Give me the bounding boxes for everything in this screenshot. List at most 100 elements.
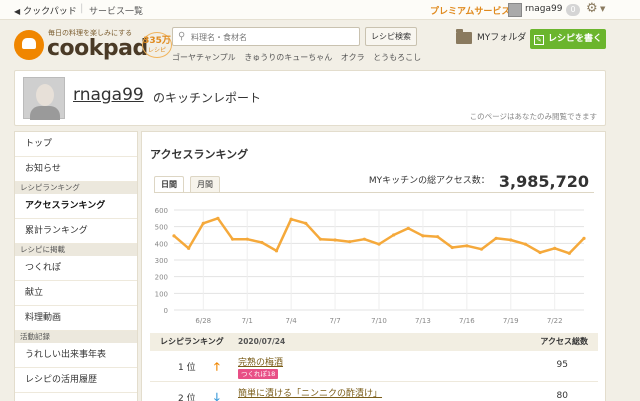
- keyword-link[interactable]: ゴーヤチャンプル: [172, 53, 236, 62]
- x-tick-label: 7/10: [371, 317, 387, 325]
- x-tick-label: 7/1: [242, 317, 253, 325]
- keyword-link[interactable]: とうもろこし: [373, 53, 421, 62]
- services-list-link[interactable]: サービス一覧: [89, 4, 143, 17]
- data-point: [450, 245, 454, 250]
- search-input[interactable]: [191, 30, 357, 44]
- back-to-cookpad-link[interactable]: ◀ クックパッド: [14, 4, 77, 17]
- data-point: [304, 221, 308, 225]
- ranking-date: 2020/07/24: [238, 337, 286, 346]
- profile-name-link[interactable]: rnaga99: [73, 85, 144, 105]
- notification-badge[interactable]: 0: [566, 4, 580, 16]
- caret-down-icon[interactable]: ▼: [600, 5, 605, 13]
- data-point: [406, 226, 410, 230]
- username-link[interactable]: rnaga99: [525, 4, 562, 14]
- data-point: [494, 236, 498, 240]
- profile-panel: rnaga99 のキッチンレポート このページはあなたのみ閲覧できます: [14, 70, 606, 126]
- x-tick-label: 7/13: [415, 317, 431, 325]
- tsukurepo-badge[interactable]: つくれぽ18: [238, 369, 279, 379]
- access-count: 95: [556, 360, 568, 370]
- data-point: [479, 247, 484, 251]
- write-recipe-label: レシピを書く: [547, 34, 602, 44]
- rank-number: 2 位: [178, 394, 196, 401]
- data-point: [318, 237, 323, 241]
- y-tick-label: 400: [155, 240, 168, 248]
- sidebar-section-heading: レシピランキング: [15, 182, 137, 194]
- profile-avatar[interactable]: [23, 77, 65, 120]
- myfolder-label: MYフォルダ: [477, 33, 527, 43]
- total-access-label: MYキッチンの総アクセス数：: [368, 176, 490, 186]
- data-point: [187, 246, 191, 250]
- divider: |: [80, 3, 84, 14]
- total-access: MYキッチンの総アクセス数： 3,985,720: [369, 172, 589, 191]
- x-tick-label: 7/4: [286, 317, 298, 325]
- sidebar-item[interactable]: 献立: [15, 281, 137, 306]
- sidebar-item[interactable]: アクセスランキング: [15, 194, 137, 219]
- back-arrow-icon: ◀: [14, 7, 21, 16]
- sidebar: トップ お知らせ レシピランキング アクセスランキング 累計ランキング レシピに掲載 つくれ…: [14, 131, 138, 401]
- data-point: [245, 237, 249, 241]
- sidebar-item[interactable]: トップ: [15, 132, 137, 157]
- privacy-note: このページはあなたのみ閲覧できます: [469, 112, 597, 121]
- x-tick-label: 7/19: [503, 317, 519, 325]
- total-access-value: 3,985,720: [498, 172, 589, 191]
- ranking-row: 1 位 🡑 完熟の梅酒 つくれぽ18 95: [150, 352, 598, 382]
- ranking-header: レシピランキング 2020/07/24 アクセス総数: [150, 333, 598, 351]
- data-point: [538, 250, 542, 255]
- data-point: [348, 240, 352, 244]
- keyword-link[interactable]: きゅうりのキューちゃん: [244, 53, 332, 62]
- sidebar-item[interactable]: つくれぽ: [15, 256, 137, 281]
- recipe-count: 335万: [143, 36, 171, 46]
- data-point: [392, 233, 396, 237]
- data-point: [377, 242, 381, 246]
- data-point: [582, 236, 586, 240]
- popular-keywords: ゴーヤチャンプル きゅうりのキューちゃん オクラ とうもろこし: [172, 52, 427, 63]
- sidebar-section-heading: 活動記録: [15, 331, 137, 343]
- data-point: [567, 251, 571, 255]
- data-point: [201, 221, 205, 225]
- sidebar-item[interactable]: 累計ランキング: [15, 219, 137, 244]
- data-point: [172, 234, 176, 238]
- recipe-title-link[interactable]: 完熟の梅酒: [238, 355, 283, 368]
- data-point: [553, 246, 557, 250]
- trend-up-icon: 🡑: [214, 360, 220, 373]
- data-point: [260, 240, 264, 245]
- keyword-link[interactable]: オクラ: [341, 53, 365, 62]
- tab-daily[interactable]: 日間: [154, 176, 184, 193]
- data-point: [274, 249, 279, 253]
- y-tick-label: 200: [155, 274, 168, 282]
- x-tick-label: 7/22: [547, 317, 563, 325]
- ranking-label: レシピランキング: [160, 337, 224, 346]
- tab-monthly[interactable]: 月間: [190, 176, 220, 193]
- write-recipe-button[interactable]: ✎ レシピを書く: [530, 29, 606, 49]
- logo-wordmark: cookpad: [47, 36, 148, 61]
- y-tick-label: 0: [164, 307, 168, 315]
- y-tick-label: 600: [155, 207, 168, 215]
- sidebar-item[interactable]: お知らせ: [15, 157, 137, 182]
- back-label: クックパッド: [23, 7, 77, 17]
- sidebar-item[interactable]: 料理動画: [15, 306, 137, 331]
- myfolder-link[interactable]: MYフォルダ: [456, 28, 527, 44]
- recipe-title-link[interactable]: 簡単に漬ける「ニンニクの酢漬け」: [238, 386, 382, 399]
- y-tick-label: 300: [155, 257, 168, 265]
- data-point: [333, 238, 337, 242]
- tab-divider: [154, 192, 594, 193]
- pencil-icon: ✎: [533, 35, 544, 45]
- data-point: [509, 238, 513, 242]
- premium-service-link[interactable]: プレミアムサービス: [430, 4, 510, 17]
- gear-icon[interactable]: ⚙: [586, 1, 598, 16]
- user-avatar-small[interactable]: [508, 3, 522, 17]
- search-icon: ⚲: [178, 31, 186, 42]
- recipe-count-unit: レシピ: [147, 47, 166, 54]
- data-point: [289, 217, 293, 221]
- access-line-chart: 0 100 200 300 400 500 600 6/28 7/1 7/4 7/7 7/10 7/13…: [155, 207, 586, 325]
- recipe-search-button[interactable]: レシピ検索: [365, 27, 417, 46]
- chef-hat-icon: [14, 30, 44, 60]
- trend-down-icon: 🡓: [214, 391, 220, 401]
- sidebar-item[interactable]: うれしい出来事年表: [15, 343, 137, 368]
- access-count: 80: [556, 391, 568, 401]
- x-tick-label: 6/28: [195, 317, 211, 325]
- data-point: [465, 244, 469, 248]
- section-title: アクセスランキング: [150, 148, 249, 161]
- sidebar-item[interactable]: レシピの活用履歴: [15, 368, 137, 393]
- top-bar: ◀ クックパッド | サービス一覧 プレミアムサービス rnaga99 0 ⚙ ▼: [0, 0, 640, 20]
